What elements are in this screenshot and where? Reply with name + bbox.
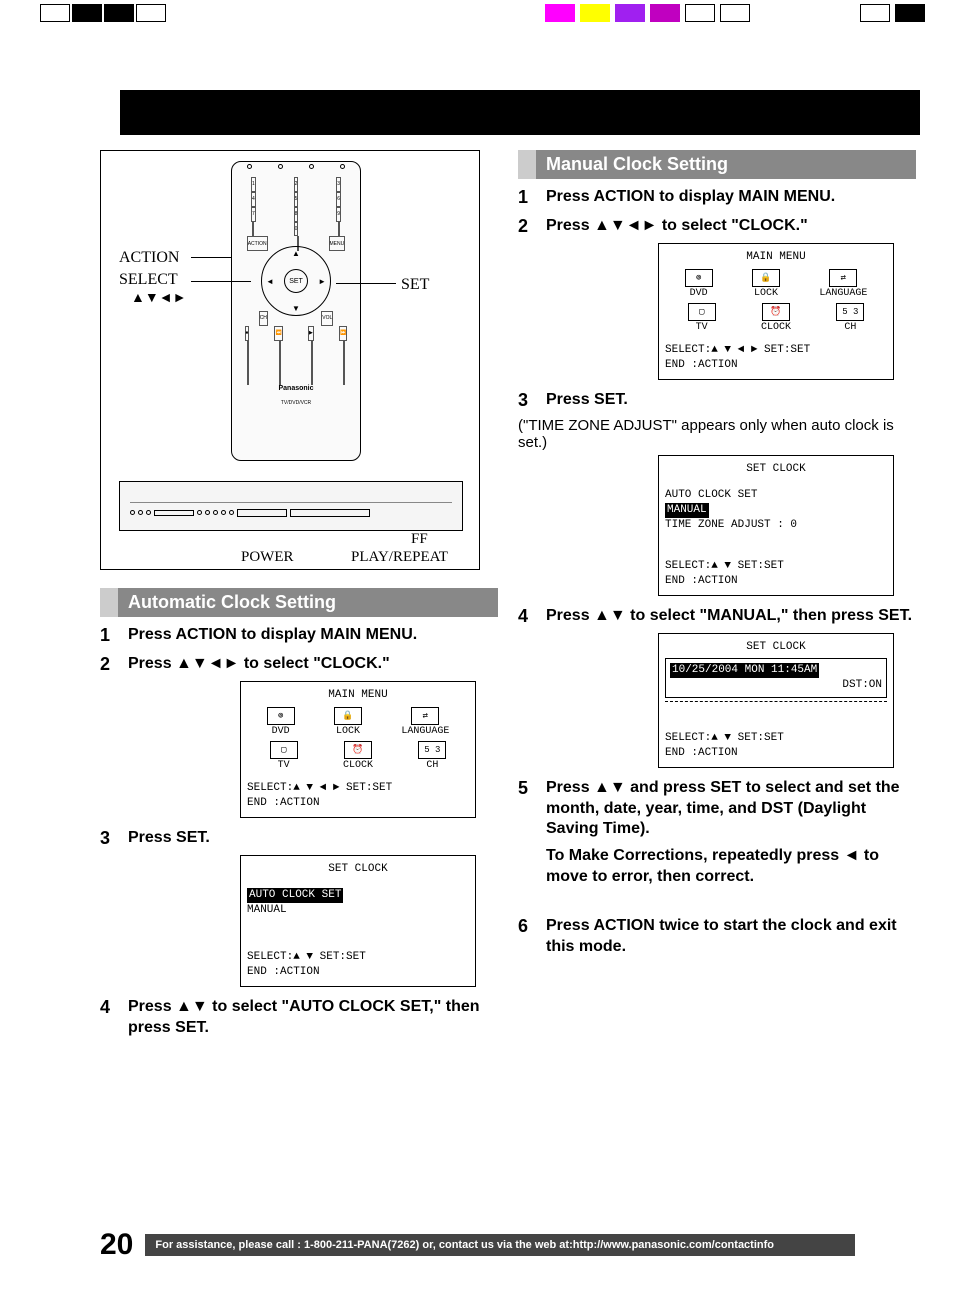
manual-step-5: 5 Press ▲▼ and press SET to select and s…	[518, 778, 916, 840]
remote-label-select: SELECT	[119, 271, 178, 289]
auto-step-4: 4 Press ▲▼ to select "AUTO CLOCK SET," t…	[100, 997, 498, 1039]
remote-label-set: SET	[401, 276, 429, 294]
header-black-bar	[120, 90, 920, 135]
section-header-manual: Manual Clock Setting	[518, 150, 916, 179]
manual-step-5-sub: To Make Corrections, repeatedly press ◄ …	[546, 846, 916, 888]
page-footer: 20 For assistance, please call : 1-800-2…	[100, 1228, 855, 1262]
remote-illustration: 123 456 789 0 ACTIONMENU SET ▲ ▼ ◄ ►	[100, 150, 480, 570]
color-swatch-bar	[0, 4, 954, 24]
osd-main-menu-auto: MAIN MENU ⊚DVD 🔒LOCK ⇄LANGUAGE ▢TV ⏰CLOC…	[240, 681, 476, 818]
auto-step-2: 2 Press ▲▼◄► to select "CLOCK."	[100, 654, 498, 675]
osd-main-menu-manual: MAIN MENU ⊚DVD 🔒LOCK ⇄LANGUAGE ▢TV ⏰CLOC…	[658, 243, 894, 380]
manual-step-3-note: ("TIME ZONE ADJUST" appears only when au…	[518, 417, 916, 451]
device-label-power: POWER	[241, 549, 294, 566]
manual-step-1: 1 Press ACTION to display MAIN MENU.	[518, 187, 916, 208]
right-column: Manual Clock Setting 1 Press ACTION to d…	[518, 150, 916, 1044]
section-header-auto: Automatic Clock Setting	[100, 588, 498, 617]
auto-step-1: 1 Press ACTION to display MAIN MENU.	[100, 625, 498, 646]
remote-body: 123 456 789 0 ACTIONMENU SET ▲ ▼ ◄ ►	[231, 161, 361, 461]
manual-step-4: 4 Press ▲▼ to select "MANUAL," then pres…	[518, 606, 916, 627]
manual-step-6: 6 Press ACTION twice to start the clock …	[518, 916, 916, 958]
footer-assist-bar: For assistance, please call : 1-800-211-…	[145, 1234, 855, 1256]
osd-set-clock-manual-date: SET CLOCK 10/25/2004 MON 11:45AM DST:ON …	[658, 633, 894, 768]
remote-label-select-arrows: ▲▼◄►	[131, 289, 186, 305]
device-label-ff: FF	[411, 531, 428, 548]
osd-set-clock-manual-tz: SET CLOCK AUTO CLOCK SET MANUAL TIME ZON…	[658, 455, 894, 596]
osd-set-clock-auto: SET CLOCK AUTO CLOCK SET MANUAL SELECT:▲…	[240, 855, 476, 987]
device-front-panel	[119, 481, 463, 531]
manual-step-3: 3 Press SET.	[518, 390, 916, 411]
left-column: 123 456 789 0 ACTIONMENU SET ▲ ▼ ◄ ►	[100, 150, 498, 1044]
page-number: 20	[100, 1228, 133, 1262]
device-label-play: PLAY/REPEAT	[351, 549, 448, 566]
remote-label-action: ACTION	[119, 249, 179, 267]
manual-step-2: 2 Press ▲▼◄► to select "CLOCK."	[518, 216, 916, 237]
auto-step-3: 3 Press SET.	[100, 828, 498, 849]
